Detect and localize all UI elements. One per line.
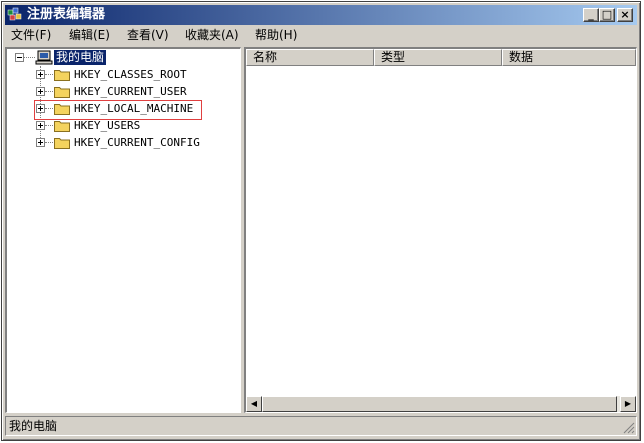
close-button[interactable]: × (617, 8, 633, 22)
regedit-app-icon (7, 7, 22, 21)
status-bar: 我的电脑 (5, 416, 637, 436)
tree-item-hkey-current-user[interactable]: HKEY_CURRENT_USER (7, 83, 237, 100)
main-split: 我的电脑 HKEY_CLASSES_ROOT HKEY_CURRENT_USER (5, 47, 637, 413)
folder-icon (54, 121, 70, 132)
annotation-highlight-box (34, 100, 202, 120)
tree-item-label: HKEY_CURRENT_USER (74, 85, 187, 98)
computer-icon (35, 50, 53, 65)
menu-help[interactable]: 帮助(H) (255, 28, 297, 43)
menu-favorites[interactable]: 收藏夹(A) (185, 28, 239, 43)
scroll-left-button[interactable]: ◀ (246, 396, 262, 412)
tree-connector-line (45, 142, 53, 144)
tree-connector-line (45, 74, 53, 76)
scroll-thumb[interactable] (262, 396, 617, 412)
column-header-name[interactable]: 名称 (246, 49, 374, 66)
tree-item-hkey-current-config[interactable]: HKEY_CURRENT_CONFIG (7, 134, 237, 151)
scroll-right-button[interactable]: ▶ (620, 396, 636, 412)
column-header-data[interactable]: 数据 (502, 49, 636, 66)
tree-root[interactable]: 我的电脑 (7, 49, 237, 66)
tree-pane[interactable]: 我的电脑 HKEY_CLASSES_ROOT HKEY_CURRENT_USER (5, 47, 241, 413)
tree-connector-line (45, 125, 53, 127)
menu-edit[interactable]: 编辑(E) (69, 28, 110, 43)
expand-icon[interactable] (36, 87, 45, 96)
maximize-button[interactable]: □ (599, 8, 615, 22)
tree-item-label: HKEY_CLASSES_ROOT (74, 68, 187, 81)
expand-icon[interactable] (36, 138, 45, 147)
column-header-type[interactable]: 类型 (374, 49, 502, 66)
tree-item-label: HKEY_CURRENT_CONFIG (74, 136, 200, 149)
title-bar[interactable]: 注册表编辑器 _ □ × (5, 5, 637, 25)
expand-icon[interactable] (36, 121, 45, 130)
horizontal-scrollbar[interactable]: ◀ ▶ (246, 396, 636, 412)
tree-root-label: 我的电脑 (52, 49, 108, 66)
tree-item-hkey-classes-root[interactable]: HKEY_CLASSES_ROOT (7, 66, 237, 83)
folder-icon (54, 70, 70, 81)
resize-grip-icon[interactable] (623, 422, 635, 434)
list-header: 名称 类型 数据 (246, 49, 636, 66)
values-list-pane[interactable]: 名称 类型 数据 ◀ ▶ (244, 47, 637, 413)
menu-view[interactable]: 查看(V) (127, 28, 169, 43)
folder-icon (54, 87, 70, 98)
menu-file[interactable]: 文件(F) (11, 28, 51, 43)
regedit-window: 注册表编辑器 _ □ × 文件(F) 编辑(E) 查看(V) 收藏夹(A) 帮助… (1, 1, 641, 441)
status-text: 我的电脑 (5, 416, 637, 436)
tree-connector-line (45, 91, 53, 93)
folder-icon (54, 138, 70, 149)
collapse-icon[interactable] (15, 53, 24, 62)
expand-icon[interactable] (36, 70, 45, 79)
menu-bar: 文件(F) 编辑(E) 查看(V) 收藏夹(A) 帮助(H) (5, 26, 637, 45)
window-title: 注册表编辑器 (27, 7, 106, 22)
minimize-button[interactable]: _ (583, 8, 599, 22)
